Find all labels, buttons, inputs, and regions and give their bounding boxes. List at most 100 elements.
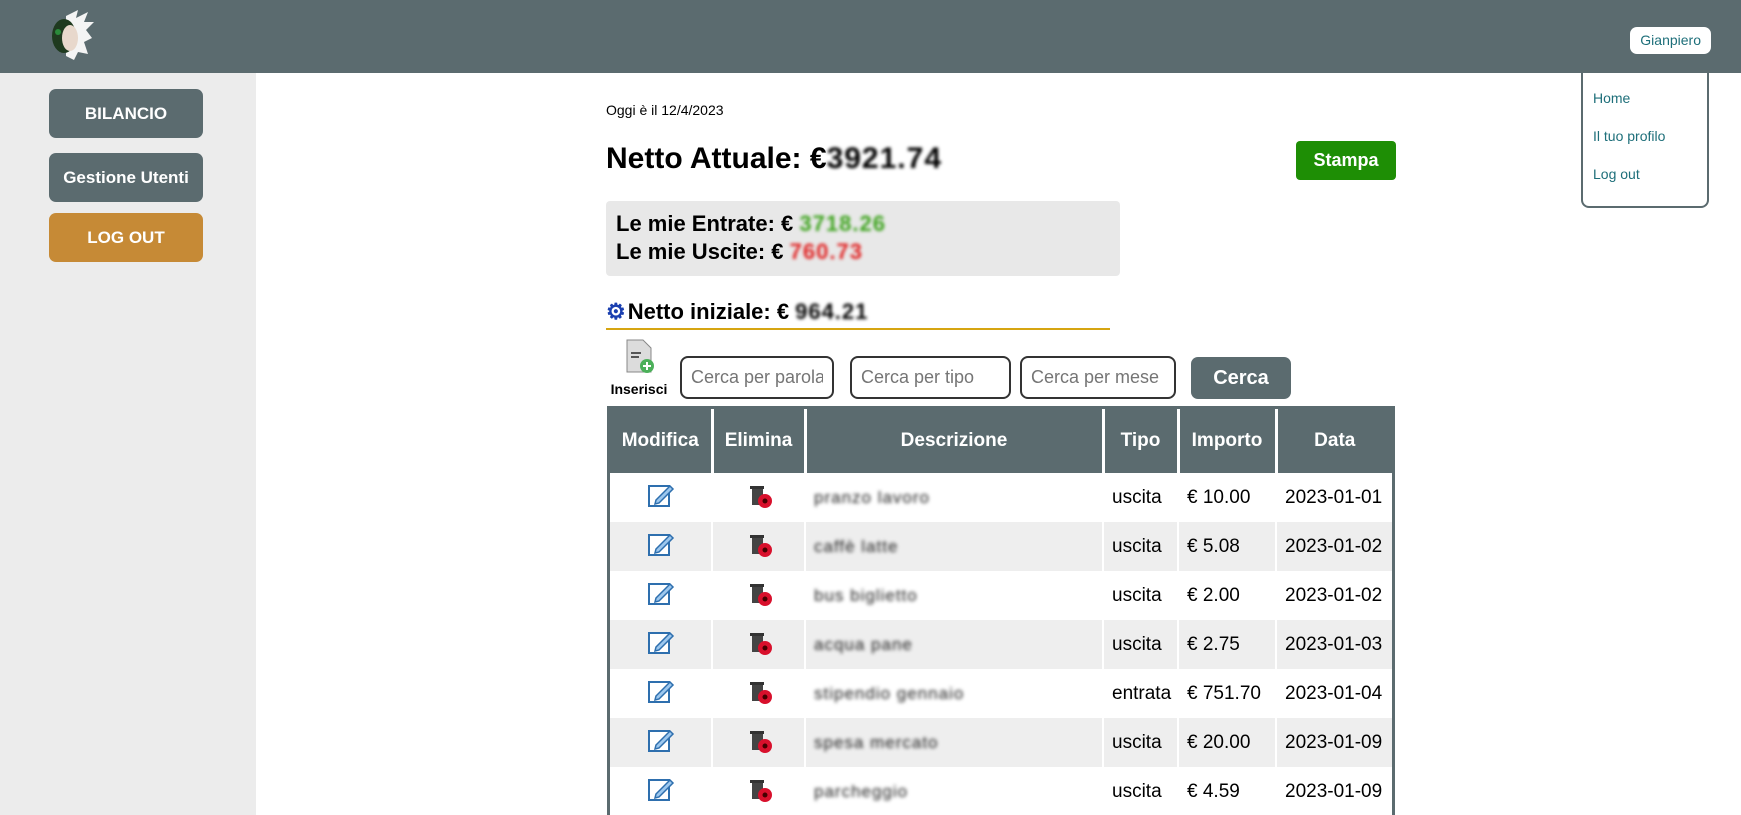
description-text: parcheggio	[814, 781, 909, 801]
delete-icon[interactable]	[744, 627, 774, 663]
column-header-importo: Importo	[1178, 409, 1278, 473]
menu-item-profile[interactable]: Il tuo profilo	[1583, 125, 1707, 163]
edit-icon[interactable]	[646, 627, 676, 663]
delete-cell	[712, 473, 806, 522]
description-cell: acqua pane	[805, 620, 1104, 669]
description-cell: stipendio gennaio	[805, 669, 1104, 718]
description-cell: bus biglietto	[805, 571, 1104, 620]
edit-cell	[610, 473, 713, 522]
column-header-descrizione: Descrizione	[805, 409, 1105, 473]
delete-cell	[712, 571, 806, 620]
amount-cell: € 10.00	[1178, 473, 1277, 522]
column-header-modifica: Modifica	[610, 409, 714, 473]
sidebar-item-bilancio[interactable]: BILANCIO	[49, 89, 203, 138]
sidebar: BILANCIO Gestione Utenti LOG OUT	[0, 73, 256, 815]
insert-label: Inserisci	[610, 381, 668, 397]
initial-net-label: Netto iniziale: €	[627, 298, 790, 324]
description-text: spesa mercato	[814, 732, 939, 752]
edit-cell	[610, 571, 713, 620]
type-cell: uscita	[1103, 571, 1179, 620]
type-cell: uscita	[1103, 522, 1179, 571]
description-cell: pranzo lavoro	[805, 473, 1104, 522]
table-row: parcheggio uscita € 4.59 2023-01-09	[610, 767, 1392, 815]
today-date: Oggi è il 12/4/2023	[606, 102, 724, 118]
top-bar: Gianpiero	[0, 0, 1741, 73]
description-cell: parcheggio	[805, 767, 1104, 815]
column-header-elimina: Elimina	[712, 409, 807, 473]
edit-icon[interactable]	[646, 725, 676, 761]
column-header-tipo: Tipo	[1103, 409, 1180, 473]
expense-label: Le mie Uscite: €	[616, 239, 784, 264]
insert-button[interactable]: Inserisci	[606, 338, 672, 397]
description-cell: spesa mercato	[805, 718, 1104, 767]
print-button[interactable]: Stampa	[1296, 141, 1396, 180]
transactions-table: Modifica Elimina Descrizione Tipo Import…	[607, 406, 1395, 815]
description-text: acqua pane	[814, 634, 913, 654]
table-row: acqua pane uscita € 2.75 2023-01-03	[610, 620, 1392, 669]
date-cell: 2023-01-09	[1276, 718, 1392, 767]
edit-cell	[610, 522, 713, 571]
type-cell: uscita	[1103, 473, 1179, 522]
amount-cell: € 2.75	[1178, 620, 1277, 669]
sidebar-item-logout[interactable]: LOG OUT	[49, 213, 203, 262]
gear-icon[interactable]: ⚙	[606, 299, 626, 325]
add-document-icon	[626, 339, 654, 373]
search-month-input[interactable]	[1020, 356, 1176, 399]
date-cell: 2023-01-02	[1276, 571, 1392, 620]
description-text: stipendio gennaio	[814, 683, 965, 703]
sidebar-item-gestione-utenti[interactable]: Gestione Utenti	[49, 153, 203, 202]
table-row: bus biglietto uscita € 2.00 2023-01-02	[610, 571, 1392, 620]
user-menu-button[interactable]: Gianpiero	[1630, 27, 1711, 54]
edit-cell	[610, 767, 713, 815]
current-net-value: 3921.74	[826, 142, 943, 175]
edit-cell	[610, 620, 713, 669]
delete-cell	[712, 718, 806, 767]
current-net-title: Netto Attuale: € 3921.74	[606, 142, 942, 176]
amount-cell: € 5.08	[1178, 522, 1277, 571]
delete-icon[interactable]	[744, 480, 774, 516]
logo-icon[interactable]	[48, 8, 98, 62]
table-row: stipendio gennaio entrata € 751.70 2023-01-…	[610, 669, 1392, 718]
delete-icon[interactable]	[744, 725, 774, 761]
delete-icon[interactable]	[744, 676, 774, 712]
current-net-label: Netto Attuale: €	[606, 142, 827, 175]
type-cell: uscita	[1103, 718, 1179, 767]
type-cell: entrata	[1103, 669, 1179, 718]
delete-icon[interactable]	[744, 578, 774, 614]
table-row: pranzo lavoro uscita € 10.00 2023-01-01	[610, 473, 1392, 522]
description-text: caffè latte	[814, 536, 899, 556]
edit-icon[interactable]	[646, 774, 676, 810]
search-button[interactable]: Cerca	[1191, 357, 1291, 399]
menu-item-logout[interactable]: Log out	[1583, 163, 1707, 201]
delete-icon[interactable]	[744, 529, 774, 565]
edit-icon[interactable]	[646, 480, 676, 516]
date-cell: 2023-01-02	[1276, 522, 1392, 571]
menu-item-home[interactable]: Home	[1583, 87, 1707, 125]
income-label: Le mie Entrate: €	[616, 211, 794, 236]
delete-cell	[712, 669, 806, 718]
delete-icon[interactable]	[744, 774, 774, 810]
type-cell: uscita	[1103, 767, 1179, 815]
table-row: caffè latte uscita € 5.08 2023-01-02	[610, 522, 1392, 571]
search-type-input[interactable]	[850, 356, 1011, 399]
column-header-data: Data	[1276, 409, 1392, 473]
user-dropdown-menu: Home Il tuo profilo Log out	[1581, 73, 1709, 208]
description-text: pranzo lavoro	[814, 487, 931, 507]
description-text: bus biglietto	[814, 585, 918, 605]
amount-cell: € 20.00	[1178, 718, 1277, 767]
amount-cell: € 4.59	[1178, 767, 1277, 815]
income-expense-summary: Le mie Entrate: € 3718.26 Le mie Uscite:…	[606, 201, 1120, 276]
edit-cell	[610, 669, 713, 718]
delete-cell	[712, 522, 806, 571]
initial-net-value: 964.21	[795, 298, 869, 324]
table-row: spesa mercato uscita € 20.00 2023-01-09	[610, 718, 1392, 767]
type-cell: uscita	[1103, 620, 1179, 669]
edit-cell	[610, 718, 713, 767]
search-word-input[interactable]	[680, 356, 834, 399]
edit-icon[interactable]	[646, 676, 676, 712]
date-cell: 2023-01-09	[1276, 767, 1392, 815]
description-cell: caffè latte	[805, 522, 1104, 571]
edit-icon[interactable]	[646, 529, 676, 565]
date-cell: 2023-01-03	[1276, 620, 1392, 669]
edit-icon[interactable]	[646, 578, 676, 614]
